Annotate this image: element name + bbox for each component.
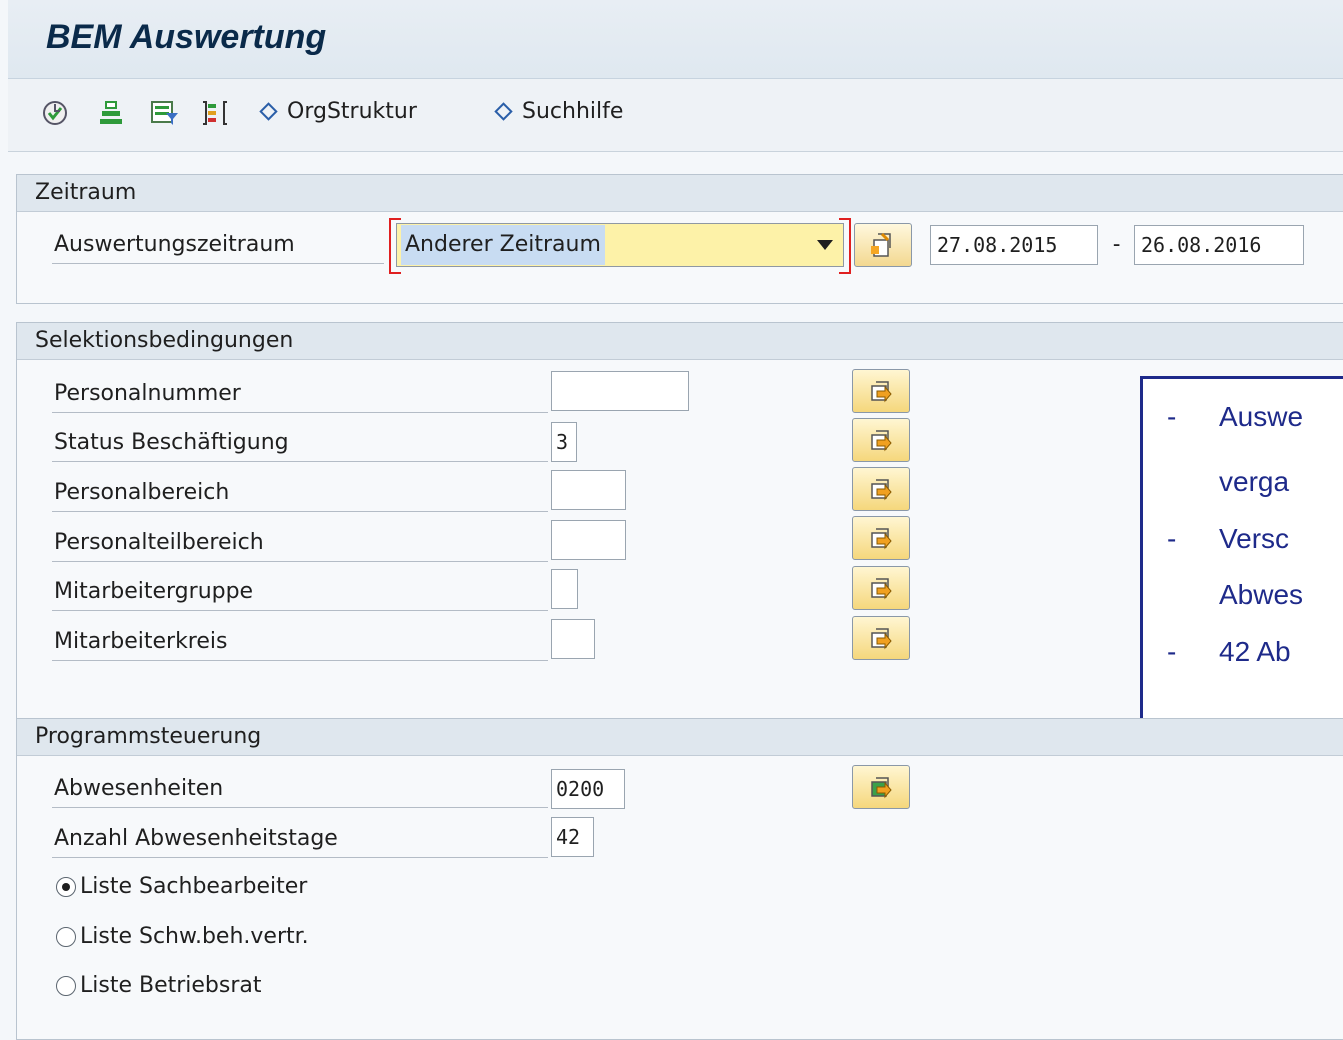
personalbereich-label: Personalbereich [52,476,548,512]
multiple-selection-icon [871,381,892,403]
required-marker-left [389,218,401,274]
radio-unselected-icon[interactable] [56,975,76,996]
multiple-selection-icon [871,628,892,650]
mitarbeitergruppe-multiselect-button[interactable] [852,566,910,610]
callout-line-4: Abwes [1219,579,1304,610]
personalteilbereich-multiselect-button[interactable] [852,516,910,560]
mitarbeiterkreis-field[interactable] [551,619,595,659]
calendar-select-icon [871,232,891,257]
anzahl-abwesenheitstage-field[interactable]: 42 [551,817,594,857]
execute-icon[interactable] [38,96,72,130]
radio-liste-betriebsrat[interactable]: Liste Betriebsrat [56,973,262,998]
suchhilfe-button[interactable]: Suchhilfe [494,99,624,124]
mitarbeitergruppe-field[interactable] [551,569,578,609]
status-beschaeftigung-field[interactable]: 3 [551,422,577,462]
status-multiselect-button[interactable] [852,418,910,462]
personalteilbereich-label: Personalteilbereich [52,526,548,562]
dynamic-selection-icon[interactable] [198,96,232,130]
callout-line-2: verga [1219,466,1290,497]
personalteilbereich-field[interactable] [551,520,626,560]
chevron-down-icon[interactable] [817,240,833,250]
diamond-icon [494,102,513,121]
programm-heading: Programmsteuerung [17,719,1343,756]
callout-line-1: Auswe [1219,401,1304,432]
required-marker-right [839,218,851,274]
selection-options-icon[interactable] [148,96,182,130]
radio-label: Liste Betriebsrat [80,973,262,998]
callout-dash: - [1167,401,1177,432]
radio-unselected-icon[interactable] [56,926,76,947]
suchhilfe-label: Suchhilfe [522,99,624,124]
multiple-selection-icon [871,430,892,452]
variant-icon[interactable] [94,96,128,130]
auswertungszeitraum-dropdown[interactable]: Anderer Zeitraum [389,218,851,274]
callout-line-3: Versc [1219,523,1290,554]
radio-label: Liste Sachbearbeiter [80,874,308,899]
date-from-field[interactable]: 27.08.2015 [930,225,1098,265]
orgstruktur-button[interactable]: OrgStruktur [259,99,417,124]
anzahl-abwesenheitstage-label: Anzahl Abwesenheitstage [52,822,548,858]
date-separator: - [1110,232,1124,257]
personalnummer-field[interactable] [551,371,689,411]
personalnummer-multiselect-button[interactable] [852,369,910,413]
multiple-selection-icon [871,528,892,550]
mitarbeiterkreis-label: Mitarbeiterkreis [52,625,548,661]
page-title: BEM Auswertung [46,18,327,56]
callout-line-5: 42 Ab [1219,636,1291,667]
zeitraum-heading: Zeitraum [17,175,1343,212]
period-options-button[interactable] [854,223,912,267]
multiple-selection-icon [871,578,892,600]
radio-label: Liste Schw.beh.vertr. [80,924,309,949]
abwesenheiten-label: Abwesenheiten [52,772,548,808]
abwesenheiten-field[interactable]: 0200 [551,769,625,809]
radio-liste-schwbehvertr[interactable]: Liste Schw.beh.vertr. [56,924,309,949]
multiple-selection-active-icon [871,777,892,799]
date-to-field[interactable]: 26.08.2016 [1134,225,1304,265]
status-beschaeftigung-label: Status Beschäftigung [52,426,548,462]
callout-dash: - [1167,636,1177,667]
diamond-icon [259,102,278,121]
radio-selected-icon[interactable] [56,876,76,897]
auswertungszeitraum-label: Auswertungszeitraum [52,228,384,264]
mitarbeitergruppe-label: Mitarbeitergruppe [52,575,548,611]
personalbereich-multiselect-button[interactable] [852,467,910,511]
personalbereich-field[interactable] [551,470,626,510]
abwesenheiten-multiselect-button[interactable] [852,765,910,809]
multiple-selection-icon [871,479,892,501]
selektion-heading: Selektionsbedingungen [17,323,1343,360]
mitarbeiterkreis-multiselect-button[interactable] [852,616,910,660]
callout-dash: - [1167,523,1177,554]
radio-liste-sachbearbeiter[interactable]: Liste Sachbearbeiter [56,874,307,899]
personalnummer-label: Personalnummer [52,377,548,413]
dropdown-value: Anderer Zeitraum [401,225,605,265]
orgstruktur-label: OrgStruktur [287,99,417,124]
annotation-callout: - Auswe verga - Versc Abwes - 42 Ab [1140,376,1343,744]
